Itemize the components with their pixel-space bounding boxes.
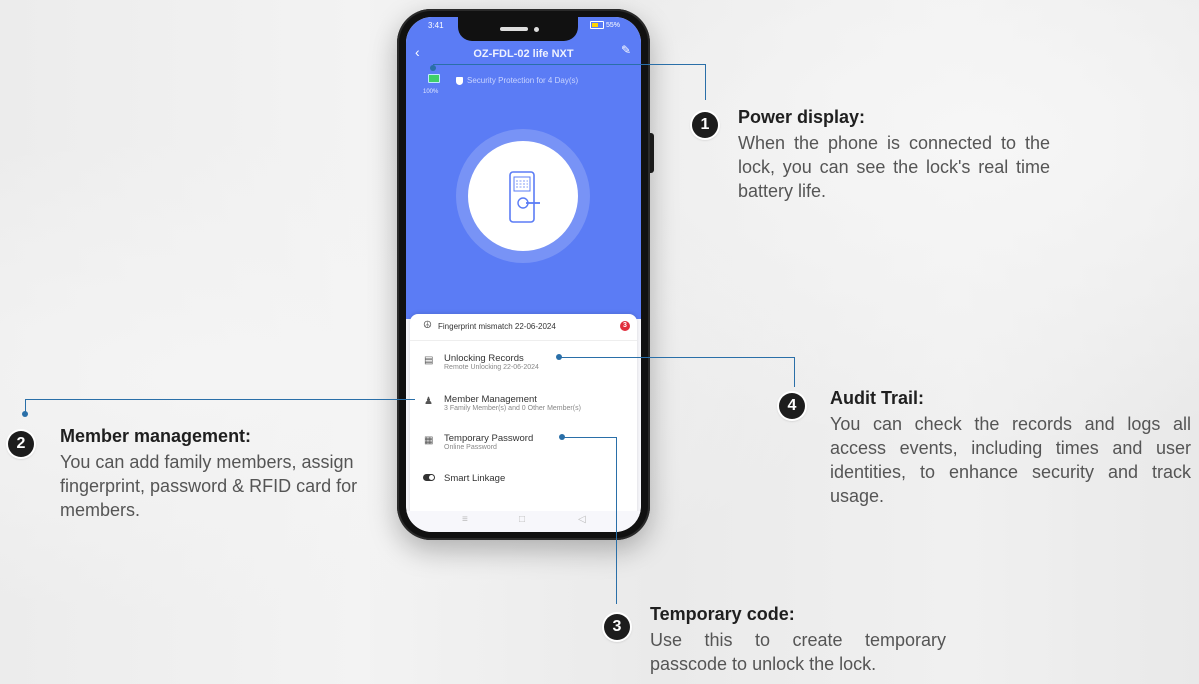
callout-1-number: 1 [692,112,718,138]
members-icon: ♟ [424,396,433,407]
callout-1-line [705,64,706,100]
callout-2-line [25,399,415,400]
menu-subtitle: Online Password [444,444,497,451]
callout-3-number: 3 [604,614,630,640]
keypad-icon: ▦ [424,435,434,446]
menu-nav-icon[interactable]: ≡ [462,514,468,525]
back-nav-icon[interactable]: ◁ [578,514,586,525]
system-nav-bar: ≡ □ ◁ [406,511,641,532]
notification-text: Fingerprint mismatch 22-06-2024 [438,322,556,331]
menu-title: Unlocking Records [444,353,524,364]
phone-screen: 3:41 55% ‹ OZ-FDL-02 life NXT ✎ 100% Sec… [406,17,641,532]
menu-smart-linkage[interactable]: Smart Linkage [410,470,637,488]
notification-row[interactable]: ☮ Fingerprint mismatch 22-06-2024 3 [410,314,637,341]
menu-subtitle: Remote Unlocking 22-06-2024 [444,364,539,371]
security-status: Security Protection for 4 Day(s) [467,76,579,85]
callout-4-line [794,357,795,387]
callout-2-title: Member management: [60,426,252,446]
menu-member-management[interactable]: ♟ Member Management 3 Family Member(s) a… [410,393,637,419]
speaker-icon: ☮ [423,320,432,331]
status-battery: 55% [606,21,621,29]
menu-temporary-password[interactable]: ▦ Temporary Password Online Password [410,432,637,458]
speaker-grille [500,27,528,31]
callout-4-title: Audit Trail: [830,388,924,408]
callout-3-title: Temporary code: [650,604,795,624]
shield-icon [456,77,463,85]
battery-level: 100% [423,89,439,95]
callout-3-line [616,437,617,604]
menu-unlocking-records[interactable]: ▤ Unlocking Records Remote Unlocking 22-… [410,352,637,378]
battery-icon [428,74,440,83]
door-lock-icon [509,171,540,223]
status-battery-icon [590,21,604,29]
home-nav-icon[interactable]: □ [519,514,525,525]
menu-title: Temporary Password [444,433,534,444]
callout-1-line [433,64,705,65]
phone-side-button [650,133,654,173]
device-title: OZ-FDL-02 life NXT [473,48,574,60]
callout-1-title: Power display: [738,107,866,127]
notification-badge: 3 [620,321,630,331]
lock-button[interactable] [468,141,578,251]
callout-2-number: 2 [8,431,34,457]
callout-2-body: You can add family members, assign finge… [60,452,358,520]
menu-title: Member Management [444,394,537,405]
lock-menu-card: ☮ Fingerprint mismatch 22-06-2024 3 ▤ Un… [410,314,637,519]
callout-1-anchor [430,65,436,71]
callout-1-body: When the phone is connected to the lock,… [738,133,1050,201]
callout-3-body: Use this to create temporary passcode to… [650,630,946,674]
status-time: 3:41 [428,21,444,30]
menu-subtitle: 3 Family Member(s) and 0 Other Member(s) [444,405,581,412]
callout-4-line [559,357,794,358]
smart-linkage-label: Smart Linkage [444,473,506,484]
status-bar-right: 55% [590,21,620,29]
callout-2-line [25,399,26,412]
camera-dot [534,27,539,32]
toggle-icon[interactable] [423,474,435,481]
camera-notch [458,17,578,41]
callout-3-line [562,437,616,438]
records-icon: ▤ [424,355,434,366]
edit-icon[interactable]: ✎ [621,43,631,57]
callout-4-body: You can check the records and logs all a… [830,414,1191,506]
callout-4-number: 4 [779,393,805,419]
